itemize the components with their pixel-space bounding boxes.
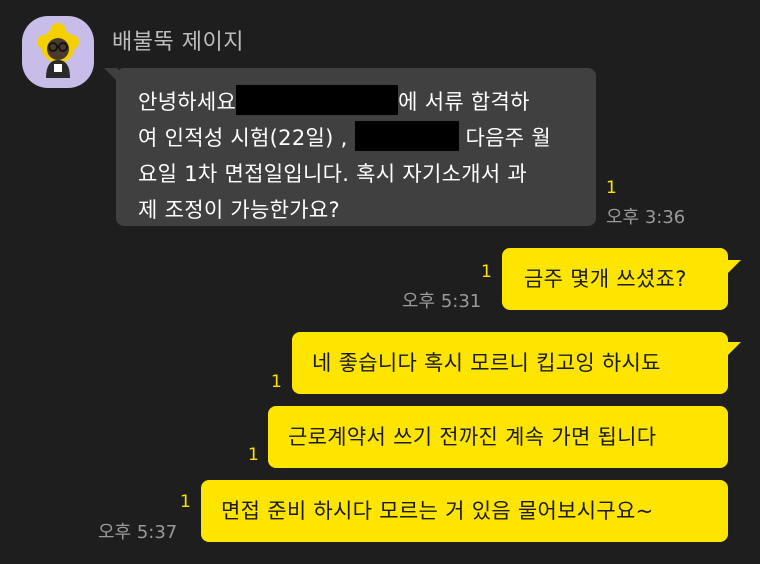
redacted-block [354, 121, 459, 151]
message-text: 안녕하세요 [138, 90, 237, 114]
message-text: 다음주 월 [465, 126, 551, 150]
message-time: 오후 5:37 [98, 522, 178, 543]
message-text: 네 좋습니다 혹시 모르니 킵고잉 하시됴 [312, 351, 661, 375]
outgoing-message-bubble[interactable]: 금주 몇개 쓰셨죠? [502, 248, 728, 310]
message-text: 에 서류 합격하 [398, 90, 530, 114]
unread-count: 1 [481, 262, 492, 282]
character-avatar-icon [37, 23, 79, 78]
avatar[interactable] [22, 16, 94, 88]
outgoing-message-bubble[interactable]: 근로계약서 쓰기 전까진 계속 가면 됩니다 [268, 406, 728, 468]
message-text: 여 인적성 시험(22일) , [138, 126, 348, 150]
unread-count: 1 [248, 445, 259, 465]
outgoing-message-bubble[interactable]: 면접 준비 하시다 모르는 거 있음 물어보시구요~ [201, 480, 728, 542]
message-text: 금주 몇개 쓰셨죠? [524, 267, 687, 291]
outgoing-bubble-tail [727, 342, 741, 356]
unread-count: 1 [180, 492, 191, 512]
redacted-block [236, 85, 399, 115]
message-text: 근로계약서 쓰기 전까진 계속 가면 됩니다 [288, 425, 657, 449]
unread-count: 1 [606, 178, 617, 198]
outgoing-bubble-tail [727, 260, 741, 274]
message-time: 오후 5:31 [402, 291, 482, 312]
incoming-message-bubble[interactable]: 안녕하세요 에 서류 합격하 여 인적성 시험(22일) , 다음주 월 요일 1… [116, 68, 596, 226]
message-text: 요일 1차 면접일입니다. 혹시 자기소개서 과 [138, 162, 528, 186]
outgoing-message-bubble[interactable]: 네 좋습니다 혹시 모르니 킵고잉 하시됴 [292, 332, 728, 394]
message-text: 면접 준비 하시다 모르는 거 있음 물어보시구요~ [221, 499, 654, 523]
unread-count: 1 [271, 372, 282, 392]
sender-name: 배불뚝 제이지 [112, 30, 244, 55]
message-text: 제 조정이 가능한가요? [138, 198, 340, 222]
message-time: 오후 3:36 [606, 207, 686, 228]
